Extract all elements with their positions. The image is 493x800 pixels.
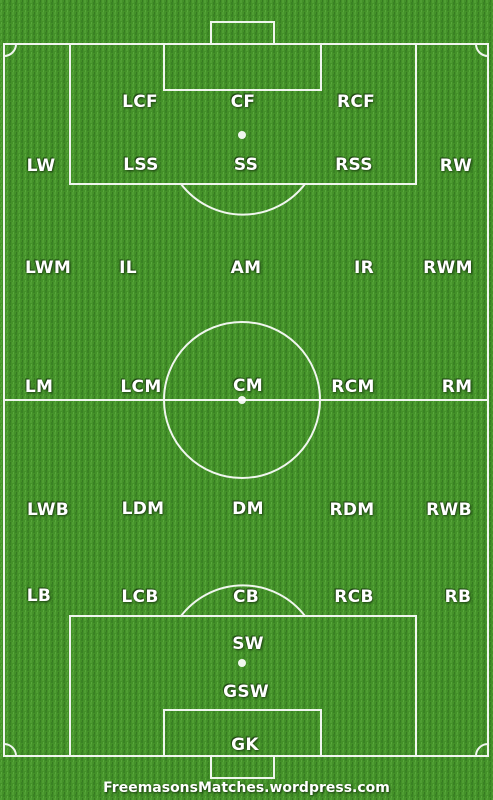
position-label-rdm: RDM <box>329 500 375 520</box>
position-label-rw: RW <box>439 156 473 176</box>
position-label-lcm: LCM <box>120 377 162 397</box>
position-label-rcb: RCB <box>334 587 374 607</box>
position-label-il: IL <box>119 258 137 278</box>
centre-spot <box>238 396 246 404</box>
position-label-dm: DM <box>232 499 264 519</box>
position-label-ir: IR <box>353 258 375 278</box>
position-label-lw: LW <box>26 156 56 176</box>
position-label-gk: GK <box>231 735 259 755</box>
position-label-lcf: LCF <box>122 92 158 112</box>
position-label-rwm: RWM <box>423 258 473 278</box>
position-label-sw: SW <box>232 634 264 654</box>
position-label-ldm: LDM <box>121 499 165 519</box>
position-label-lwm: LWM <box>24 258 72 278</box>
position-label-cm: CM <box>233 376 263 396</box>
position-label-ss: SS <box>233 155 259 175</box>
position-label-lss: LSS <box>123 155 159 175</box>
position-label-lm: LM <box>24 377 54 397</box>
football-pitch: LCF CF RCF LW LSS SS RSS RW LWM IL AM IR RWM LM LCM CM R… <box>0 0 493 800</box>
position-label-cb: CB <box>232 587 260 607</box>
position-label-rcf: RCF <box>336 92 376 112</box>
position-label-rb: RB <box>444 587 472 607</box>
top-penalty-spot <box>238 131 246 139</box>
position-label-lwb: LWB <box>26 500 70 520</box>
position-label-rm: RM <box>441 377 473 397</box>
position-label-rss: RSS <box>335 155 373 175</box>
footer-watermark: FreemasonsMatches.wordpress.com <box>103 780 390 796</box>
position-label-lcb: LCB <box>121 587 159 607</box>
position-label-rwb: RWB <box>426 500 472 520</box>
position-label-cf: CF <box>230 92 256 112</box>
bottom-penalty-spot <box>238 659 246 667</box>
position-label-rcm: RCM <box>331 377 375 397</box>
position-label-am: AM <box>230 258 262 278</box>
pitch-markings <box>0 0 493 800</box>
position-label-lb: LB <box>26 586 52 606</box>
position-label-gsw: GSW <box>223 682 269 702</box>
